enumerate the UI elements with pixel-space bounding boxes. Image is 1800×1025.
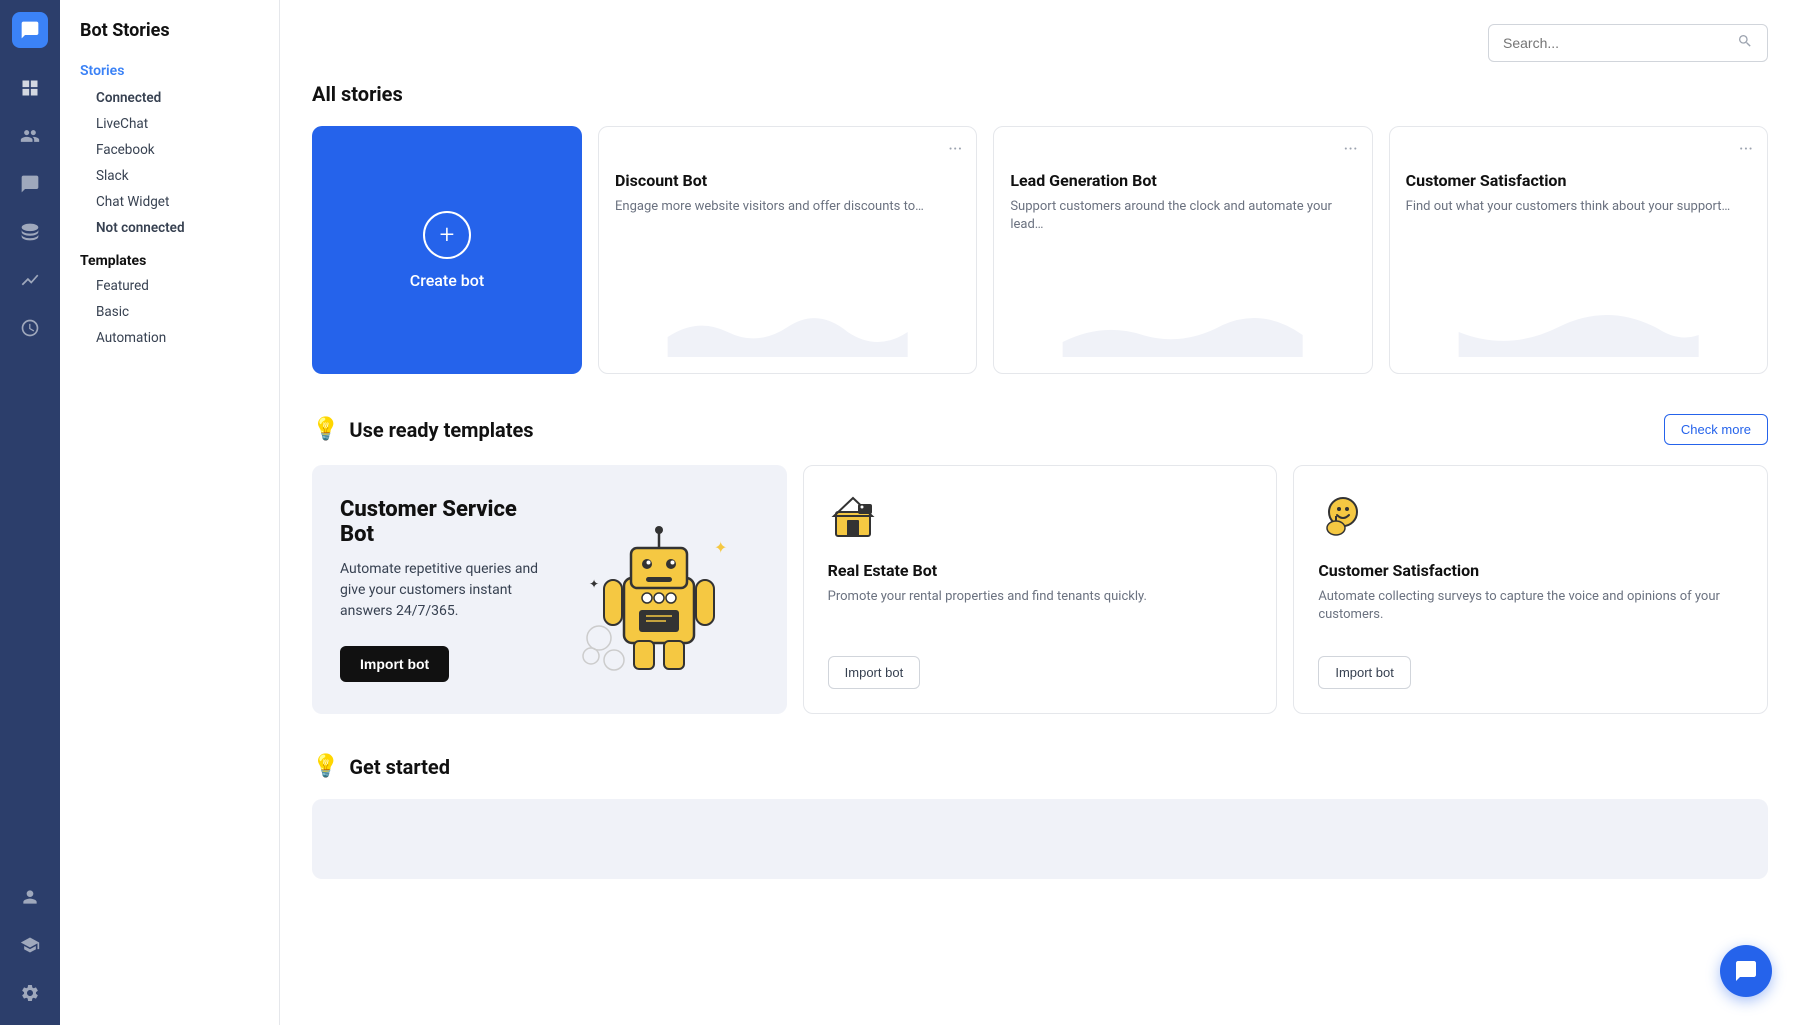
create-bot-card[interactable]: + Create bot	[312, 126, 582, 374]
templates-header: 💡 Use ready templates Check more	[312, 414, 1768, 445]
card-menu-dots-1[interactable]: ···	[1344, 139, 1358, 160]
nav-basic[interactable]: Basic	[60, 299, 279, 325]
get-started-title: Get started	[349, 755, 450, 779]
nav-stories[interactable]: Stories	[60, 57, 279, 85]
wave-area-1	[1010, 234, 1355, 357]
robot-illustration: ✦ ✦	[559, 498, 759, 682]
nav-connected[interactable]: Connected	[60, 85, 279, 111]
floating-chat-button[interactable]	[1720, 945, 1772, 997]
nav-featured[interactable]: Featured	[60, 273, 279, 299]
check-more-button[interactable]: Check more	[1664, 414, 1768, 445]
get-started-card	[312, 799, 1768, 879]
wave-area-0	[615, 216, 960, 357]
template-icon-1	[1318, 490, 1743, 549]
card-menu-dots-2[interactable]: ···	[1739, 139, 1753, 160]
nav-livechat[interactable]: LiveChat	[60, 111, 279, 137]
templates-grid: Customer Service Bot Automate repetitive…	[312, 465, 1768, 714]
nav-facebook[interactable]: Facebook	[60, 137, 279, 163]
stories-grid: + Create bot ··· Discount Bot Engage mor…	[312, 126, 1768, 374]
nav-icon-team[interactable]	[10, 877, 50, 917]
page-title: Bot Stories	[60, 20, 279, 57]
card-desc-1: Support customers around the clock and a…	[1010, 198, 1355, 234]
nav-icon-clock[interactable]	[10, 308, 50, 348]
card-title-1: Lead Generation Bot	[1010, 171, 1355, 190]
template-desc-1: Automate collecting surveys to capture t…	[1318, 588, 1743, 636]
svg-text:✦: ✦	[714, 538, 727, 557]
wave-area-2	[1406, 216, 1751, 357]
main-content: All stories + Create bot ··· Discount Bo…	[280, 0, 1800, 1025]
featured-content: Customer Service Bot Automate repetitive…	[340, 497, 539, 682]
nav-not-connected[interactable]: Not connected	[60, 215, 279, 241]
logo-icon[interactable]	[12, 12, 48, 48]
nav-icon-dashboard[interactable]	[10, 68, 50, 108]
import-button-0[interactable]: Import bot	[828, 656, 921, 689]
card-desc-0: Engage more website visitors and offer d…	[615, 198, 960, 216]
search-container	[1488, 24, 1768, 62]
all-stories-title: All stories	[312, 82, 1768, 106]
templates-title-area: 💡 Use ready templates	[312, 417, 534, 442]
story-card-2: ··· Customer Satisfaction Find out what …	[1389, 126, 1768, 374]
nav-icon-settings[interactable]	[10, 973, 50, 1013]
nav-templates-header: Templates	[60, 241, 279, 273]
bulb-icon: 💡	[312, 417, 339, 442]
nav-icon-users[interactable]	[10, 116, 50, 156]
left-nav: Bot Stories Stories Connected LiveChat F…	[60, 0, 280, 1025]
card-title-2: Customer Satisfaction	[1406, 171, 1751, 190]
nav-icon-chat[interactable]	[10, 164, 50, 204]
get-started-bulb-icon: 💡	[312, 754, 339, 779]
search-icon	[1737, 33, 1753, 53]
story-card-0: ··· Discount Bot Engage more website vis…	[598, 126, 977, 374]
nav-slack[interactable]: Slack	[60, 163, 279, 189]
nav-automation[interactable]: Automation	[60, 325, 279, 351]
template-title-1: Customer Satisfaction	[1318, 561, 1743, 580]
featured-desc: Automate repetitive queries and give you…	[340, 559, 539, 622]
nav-chat-widget[interactable]: Chat Widget	[60, 189, 279, 215]
svg-text:✦: ✦	[589, 577, 599, 591]
top-bar	[312, 24, 1768, 62]
template-card-0: Real Estate Bot Promote your rental prop…	[803, 465, 1278, 714]
card-desc-2: Find out what your customers think about…	[1406, 198, 1751, 216]
nav-icon-analytics[interactable]	[10, 260, 50, 300]
template-featured-card: Customer Service Bot Automate repetitive…	[312, 465, 787, 714]
nav-icon-academy[interactable]	[10, 925, 50, 965]
template-desc-0: Promote your rental properties and find …	[828, 588, 1253, 636]
create-bot-label: Create bot	[410, 271, 484, 290]
card-menu-dots-0[interactable]: ···	[948, 139, 962, 160]
card-title-0: Discount Bot	[615, 171, 960, 190]
get-started-header: 💡 Get started	[312, 754, 1768, 779]
create-plus-icon: +	[423, 211, 471, 259]
featured-title: Customer Service Bot	[340, 497, 539, 547]
template-card-1: Customer Satisfaction Automate collectin…	[1293, 465, 1768, 714]
nav-icon-database[interactable]	[10, 212, 50, 252]
template-icon-0	[828, 490, 1253, 549]
featured-import-button[interactable]: Import bot	[340, 646, 449, 682]
story-card-1: ··· Lead Generation Bot Support customer…	[993, 126, 1372, 374]
import-button-1[interactable]: Import bot	[1318, 656, 1411, 689]
templates-title: Use ready templates	[349, 418, 533, 442]
icon-sidebar	[0, 0, 60, 1025]
template-title-0: Real Estate Bot	[828, 561, 1253, 580]
search-input[interactable]	[1503, 35, 1729, 51]
